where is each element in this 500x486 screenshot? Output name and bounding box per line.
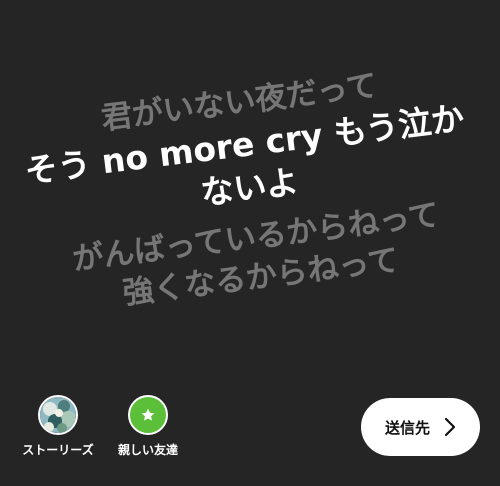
lyrics-area: 君がいない夜だって そう no more cry もう泣か ないよ がんばってい… — [0, 0, 500, 380]
lyrics-block: 君がいない夜だって そう no more cry もう泣か ないよ がんばってい… — [4, 54, 497, 326]
close-friends-label: 親しい友達 — [117, 443, 178, 457]
share-to-close-friends-button[interactable]: 親しい友達 — [103, 395, 193, 458]
send-to-button[interactable]: 送信先 — [361, 398, 480, 456]
share-bar: ストーリーズ 親しい友達 送信先 — [0, 385, 500, 486]
send-to-label: 送信先 — [384, 418, 430, 437]
stories-avatar-icon — [38, 395, 78, 435]
share-to-stories-button[interactable]: ストーリーズ — [13, 395, 103, 458]
star-icon — [141, 408, 155, 421]
close-friends-avatar — [128, 395, 168, 435]
stories-label: ストーリーズ — [22, 443, 94, 457]
chevron-right-icon — [444, 417, 456, 437]
